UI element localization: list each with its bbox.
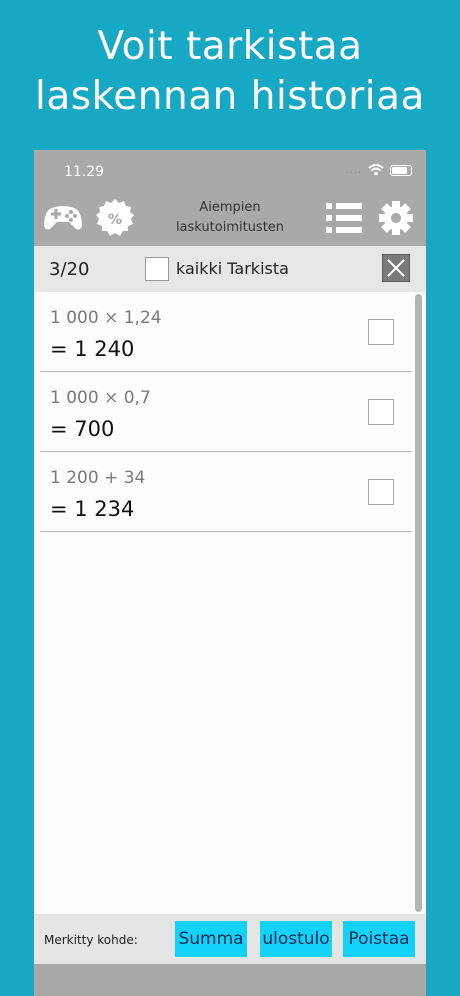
marked-items-label: Merkitty kohde: [44,933,138,947]
close-icon [387,259,405,277]
history-row[interactable]: 1 200 + 34 = 1 234 [40,452,412,532]
title-line-1: Aiempien [199,200,261,215]
history-result: = 1 234 [50,497,135,521]
scrollbar[interactable] [415,294,422,912]
top-toolbar: 11.29 .... % Aiempien laskutoimitusten [34,150,426,246]
percent-badge-icon[interactable]: % [95,198,135,238]
history-expression: 1 000 × 1,24 [50,308,162,328]
selection-bar: 3/20 kaikki Tarkista [34,246,426,292]
select-all-checkbox[interactable] [145,257,169,281]
wifi-icon [368,164,384,176]
home-indicator-area [34,964,426,996]
history-result: = 700 [50,417,115,441]
history-expression: 1 200 + 34 [50,468,146,488]
history-row[interactable]: 1 000 × 0,7 = 700 [40,372,412,452]
history-count: 3/20 [49,259,90,280]
gamepad-icon[interactable] [43,200,83,234]
phone-screen: 11.29 .... % Aiempien laskutoimitusten 3… [34,150,426,996]
headline-line-2: laskennan historiaa [35,74,425,119]
signal-icon: .... [345,164,362,176]
history-list: 1 000 × 1,24 = 1 240 1 000 × 0,7 = 700 1… [34,292,426,532]
history-expression: 1 000 × 0,7 [50,388,151,408]
promo-headline: Voit tarkistaa laskennan historiaa [0,22,460,122]
row-checkbox[interactable] [368,319,394,345]
bottom-action-bar: Merkitty kohde: Summa ulostulo Poistaa [34,914,426,964]
page-title: Aiempien laskutoimitusten [160,198,300,238]
headline-line-1: Voit tarkistaa [97,24,363,69]
battery-icon [390,164,412,176]
list-icon[interactable] [326,202,362,234]
close-button[interactable] [382,254,410,282]
delete-button[interactable]: Poistaa [343,921,415,957]
status-time: 11.29 [64,164,105,180]
output-button[interactable]: ulostulo [260,921,332,957]
title-line-2: laskutoimitusten [175,220,285,235]
row-checkbox[interactable] [368,399,394,425]
history-row[interactable]: 1 000 × 1,24 = 1 240 [40,292,412,372]
gear-icon[interactable] [378,200,414,236]
select-all-label[interactable]: kaikki Tarkista [176,259,289,278]
sum-button[interactable]: Summa [175,921,247,957]
status-icons: .... [345,164,412,176]
history-result: = 1 240 [50,337,135,361]
row-checkbox[interactable] [368,479,394,505]
svg-text:%: % [108,212,122,228]
